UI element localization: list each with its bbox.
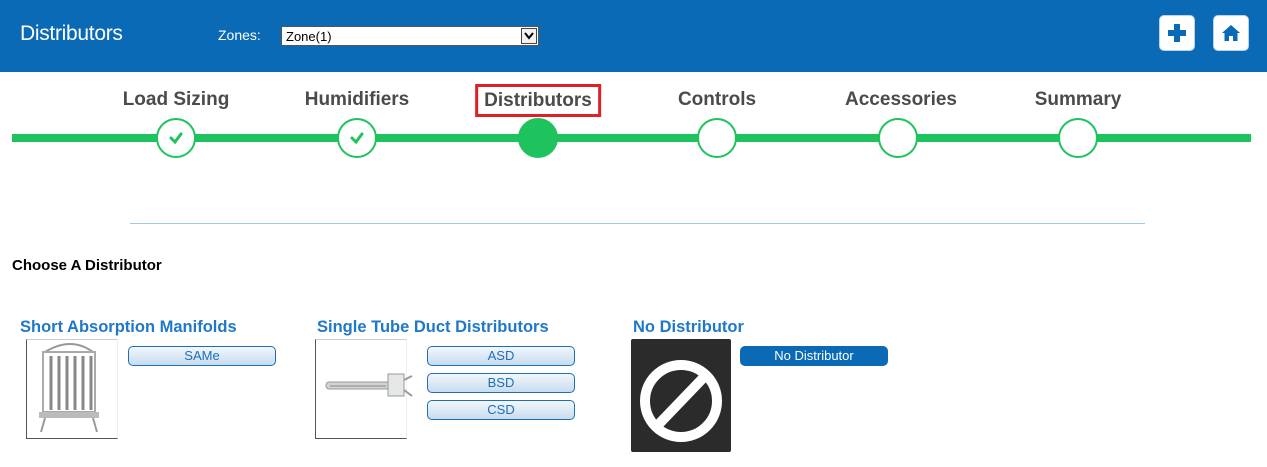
zone-select[interactable]: Zone(1) <box>281 26 539 46</box>
check-icon <box>169 132 183 145</box>
option-bsd-button[interactable]: BSD <box>427 373 575 393</box>
duct-distributor-image[interactable] <box>315 339 413 439</box>
step-load-sizing[interactable]: Load Sizing <box>123 89 230 111</box>
no-distributor-image[interactable] <box>631 339 731 452</box>
prohibited-icon <box>640 360 722 442</box>
option-same-button[interactable]: SAMe <box>128 346 276 366</box>
category-title-std[interactable]: Single Tube Duct Distributors <box>317 318 549 337</box>
zones-label: Zones: <box>218 27 261 43</box>
step-marker-summary[interactable] <box>1058 118 1098 158</box>
category-title-none[interactable]: No Distributor <box>633 318 744 337</box>
step-marker-humidifiers[interactable] <box>337 118 377 158</box>
chevron-down-icon[interactable] <box>521 28 537 44</box>
zone-select-value: Zone(1) <box>286 29 332 44</box>
step-marker-distributors[interactable] <box>518 118 558 158</box>
step-accessories[interactable]: Accessories <box>845 89 957 111</box>
step-summary[interactable]: Summary <box>1035 89 1122 111</box>
plus-icon <box>1168 24 1186 42</box>
add-button[interactable] <box>1160 16 1194 50</box>
option-asd-button[interactable]: ASD <box>427 346 575 366</box>
step-controls[interactable]: Controls <box>678 89 756 111</box>
manifold-image[interactable] <box>26 339 118 439</box>
step-marker-controls[interactable] <box>697 118 737 158</box>
home-button[interactable] <box>1214 16 1248 50</box>
no-distributor-button[interactable]: No Distributor <box>740 346 888 366</box>
home-icon <box>1222 25 1240 41</box>
step-marker-accessories[interactable] <box>878 118 918 158</box>
check-icon <box>350 132 364 145</box>
page-title: Distributors <box>20 22 123 45</box>
top-header: Distributors Zones: Zone(1) <box>0 0 1267 72</box>
section-title: Choose A Distributor <box>12 257 162 274</box>
option-csd-button[interactable]: CSD <box>427 400 575 420</box>
step-distributors[interactable]: Distributors <box>475 84 601 117</box>
step-marker-load-sizing[interactable] <box>156 118 196 158</box>
category-title-sam[interactable]: Short Absorption Manifolds <box>20 318 237 337</box>
step-humidifiers[interactable]: Humidifiers <box>305 89 410 111</box>
section-divider <box>130 223 1145 224</box>
